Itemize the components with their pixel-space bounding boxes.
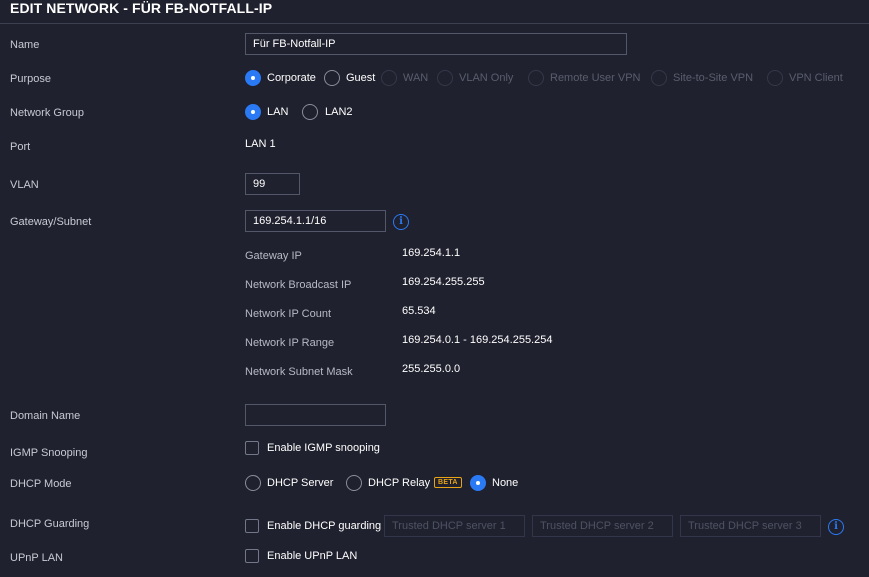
ip-range-label: Network IP Range [245,337,335,349]
ip-count-label: Network IP Count [245,308,332,320]
domain-name-label: Domain Name [10,410,81,422]
port-label: Port [10,141,31,153]
info-icon[interactable]: i [393,214,409,230]
dhcp-mode-option-label: None [492,477,519,489]
gateway-subnet-input[interactable] [245,210,386,232]
radio-disabled-icon [767,70,783,86]
gateway-subnet-label: Gateway/Subnet [10,216,92,228]
dhcp-mode-option-label: DHCP Server [267,477,334,489]
subnet-mask-value: 255.255.0.0 [402,363,461,375]
ip-range-value: 169.254.0.1 - 169.254.255.254 [402,334,553,346]
radio-disabled-icon [528,70,544,86]
radio-icon [302,104,318,120]
trusted-dhcp-server-3-input [680,515,821,537]
dhcp-mode-option-label: DHCP Relay [368,477,431,489]
radio-selected-icon [245,70,261,86]
gateway-ip-label: Gateway IP [245,250,302,262]
checkbox-icon [245,519,259,533]
dhcp-guarding-label: DHCP Guarding [10,518,90,530]
gateway-ip-value: 169.254.1.1 [402,247,461,259]
trusted-dhcp-server-2-input [532,515,673,537]
igmp-snooping-label: IGMP Snooping [10,447,88,459]
vlan-label: VLAN [10,179,39,191]
dhcp-guarding-checkbox-label: Enable DHCP guarding [267,520,382,532]
upnp-checkbox-label: Enable UPnP LAN [267,550,358,562]
dhcp-mode-label: DHCP Mode [10,478,72,490]
title-divider [0,23,869,24]
domain-name-input[interactable] [245,404,386,426]
purpose-option-label: Guest [346,72,376,84]
upnp-lan-label: UPnP LAN [10,552,63,564]
purpose-option-label: WAN [403,72,429,84]
network-group-label: Network Group [10,107,84,119]
broadcast-ip-label: Network Broadcast IP [245,279,352,291]
network-group-option-label: LAN [267,106,289,118]
checkbox-icon [245,549,259,563]
purpose-option-label: VPN Client [789,72,843,84]
network-group-option-label: LAN2 [325,106,353,118]
radio-icon [245,475,261,491]
radio-disabled-icon [381,70,397,86]
page-title: EDIT NETWORK - FÜR FB-NOTFALL-IP [10,0,273,16]
beta-badge: BETA [434,477,462,488]
name-label: Name [10,39,40,51]
name-input[interactable] [245,33,627,55]
radio-icon [324,70,340,86]
vlan-input[interactable] [245,173,300,195]
radio-disabled-icon [651,70,667,86]
purpose-label: Purpose [10,73,51,85]
info-icon[interactable]: i [828,519,844,535]
purpose-option-label: Site-to-Site VPN [673,72,754,84]
radio-disabled-icon [437,70,453,86]
trusted-dhcp-server-1-input [384,515,525,537]
purpose-option-label: VLAN Only [459,72,514,84]
broadcast-ip-value: 169.254.255.255 [402,276,485,288]
igmp-checkbox-label: Enable IGMP snooping [267,442,380,454]
ip-count-value: 65.534 [402,305,436,317]
radio-icon [346,475,362,491]
purpose-option-label: Corporate [267,72,316,84]
radio-selected-icon [245,104,261,120]
purpose-option-label: Remote User VPN [550,72,641,84]
checkbox-icon [245,441,259,455]
port-value: LAN 1 [245,138,276,150]
radio-selected-icon [470,475,486,491]
subnet-mask-label: Network Subnet Mask [245,366,353,378]
